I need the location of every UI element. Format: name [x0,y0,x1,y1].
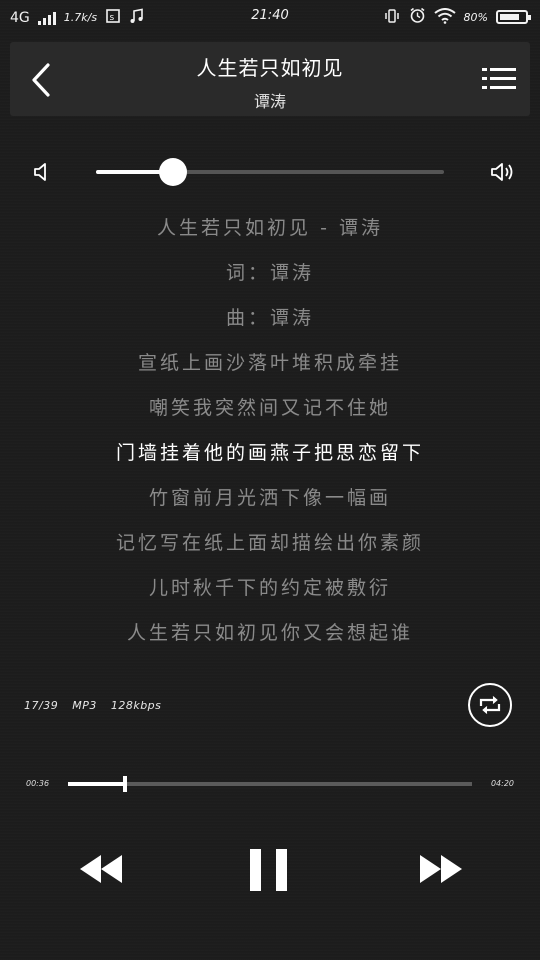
repeat-mode-button[interactable] [468,683,512,727]
lyric-line: 竹窗前月光洒下像一幅画 [148,487,391,509]
seek-fill [68,782,125,786]
player-header: 人生若只如初见 谭涛 [10,42,530,116]
track-format: MP3 [72,699,97,712]
lyric-line: 宣纸上画沙落叶堆积成牵挂 [137,352,402,374]
current-time: 00:36 [26,779,50,788]
status-right: 80% [383,7,531,27]
volume-low-button[interactable] [32,161,52,183]
track-position: 17/39 [24,699,59,712]
lyric-line: 记忆写在纸上面却描绘出你素颜 [115,532,424,554]
pause-button[interactable] [248,848,290,892]
volume-slider[interactable] [96,158,444,186]
song-title: 人生若只如初见 [196,56,344,80]
battery-fill [500,14,520,20]
lyric-line: 曲：谭涛 [225,307,314,329]
seek-thumb[interactable] [122,776,127,792]
lyric-line: 儿时秋千下的约定被敷衍 [148,577,391,599]
rewind-icon [80,855,122,883]
track-bitrate: 128kbps [110,699,162,712]
status-bar: 4G 1.7k/s s 21:40 80% [0,0,540,34]
volume-thumb[interactable] [158,158,187,186]
battery-percent: 80% [463,10,488,24]
vibrate-icon [383,8,401,27]
song-artist: 谭涛 [253,92,286,111]
seek-bar[interactable] [68,776,472,792]
lyric-line: 人生若只如初见 - 谭涛 [157,217,383,239]
battery-icon [496,10,531,24]
lyric-line: 词：谭涛 [225,262,314,284]
pause-icon [250,849,287,891]
lyrics-panel[interactable]: 人生若只如初见 - 谭涛 词：谭涛 曲：谭涛 宣纸上画沙落叶堆积成牵挂 嘲笑我突… [0,206,540,656]
next-button[interactable] [418,852,464,886]
lyric-line-current: 门墙挂着他的画燕子把思恋留下 [115,442,424,464]
wifi-icon [433,7,456,27]
speaker-high-icon [491,163,513,181]
alarm-icon [409,7,426,27]
fast-forward-icon [420,855,462,883]
volume-high-button[interactable] [490,161,516,183]
repeat-icon [479,696,501,714]
speaker-low-icon [34,163,46,181]
lyric-line: 嘲笑我突然间又记不住她 [148,397,391,419]
total-time: 04:20 [490,779,514,788]
previous-button[interactable] [78,852,124,886]
track-info: 17/39 MP3 128kbps [24,699,171,712]
list-menu-icon [482,68,516,89]
lyric-line: 人生若只如初见你又会想起谁 [126,622,413,644]
playlist-menu-button[interactable] [482,66,518,96]
